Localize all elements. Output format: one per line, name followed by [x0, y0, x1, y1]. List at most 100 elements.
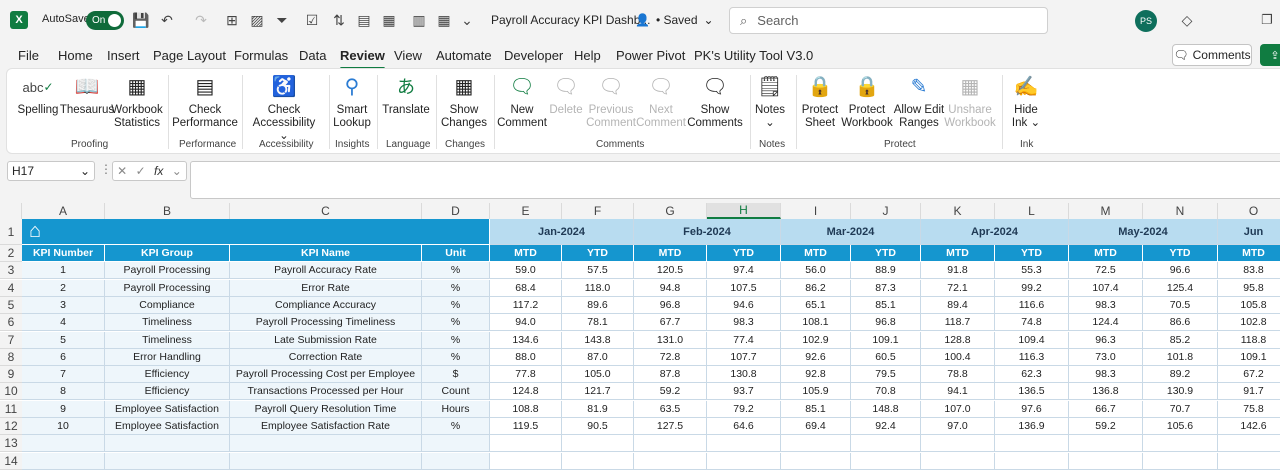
table-cell[interactable]: 72.5	[1069, 262, 1143, 279]
table-cell[interactable]: 68.4	[490, 280, 562, 297]
table-cell[interactable]: 117.2	[490, 297, 562, 314]
table-cell[interactable]: 105.6	[1143, 418, 1218, 435]
save-status[interactable]: 👤 • Saved ⌄	[635, 13, 714, 27]
table-cell[interactable]: 4	[22, 314, 105, 331]
table-cell[interactable]: 109.1	[851, 332, 921, 349]
empty-cell[interactable]	[422, 453, 490, 470]
table-cell[interactable]: 116.3	[995, 349, 1069, 366]
empty-cell[interactable]	[1143, 453, 1218, 470]
table-cell[interactable]: %	[422, 332, 490, 349]
customize-quick-access-icon[interactable]: ⌄	[458, 11, 476, 29]
next-comment-button[interactable]: 🗨 Next Comment	[636, 73, 686, 130]
row-header-4[interactable]: 4	[0, 280, 22, 297]
row-header-6[interactable]: 6	[0, 314, 22, 331]
table-cell[interactable]: Late Submission Rate	[230, 332, 422, 349]
table-cell[interactable]: 67.7	[634, 314, 707, 331]
column-header-i[interactable]: I	[781, 203, 851, 219]
table-cell[interactable]: 94.8	[634, 280, 707, 297]
row-header-13[interactable]: 13	[0, 435, 22, 452]
row-header-10[interactable]: 10	[0, 383, 22, 400]
redo-icon[interactable]: ↷	[192, 11, 210, 29]
table-cell[interactable]: 143.8	[562, 332, 634, 349]
tab-developer[interactable]: Developer	[504, 48, 563, 63]
empty-cell[interactable]	[230, 435, 422, 452]
thesaurus-button[interactable]: 📖 Thesaurus	[60, 73, 114, 117]
table-cell[interactable]: 101.8	[1143, 349, 1218, 366]
table-icon[interactable]: ▤	[355, 11, 373, 29]
table-cell[interactable]: 130.8	[707, 366, 781, 383]
table-cell[interactable]: Payroll Accuracy Rate	[230, 262, 422, 279]
table-cell[interactable]: Timeliness	[105, 332, 230, 349]
table-cell[interactable]: 127.5	[634, 418, 707, 435]
table-cell[interactable]: 92.4	[851, 418, 921, 435]
table-cell[interactable]: 105.0	[562, 366, 634, 383]
table-cell[interactable]: 85.2	[1143, 332, 1218, 349]
row-header-9[interactable]: 9	[0, 366, 22, 383]
tab-home[interactable]: Home	[58, 48, 93, 63]
row-header-7[interactable]: 7	[0, 332, 22, 349]
undo-icon[interactable]: ↶	[158, 11, 176, 29]
table-cell[interactable]: 89.4	[921, 297, 995, 314]
formula-input[interactable]	[190, 161, 1280, 199]
empty-cell[interactable]	[1069, 453, 1143, 470]
empty-cell[interactable]	[707, 435, 781, 452]
table-cell[interactable]: Transactions Processed per Hour	[230, 383, 422, 400]
table-cell[interactable]: 96.6	[1143, 262, 1218, 279]
empty-cell[interactable]	[921, 453, 995, 470]
table-cell[interactable]: 102.9	[781, 332, 851, 349]
table-cell[interactable]: 69.4	[781, 418, 851, 435]
table-cell[interactable]: 59.2	[1069, 418, 1143, 435]
tab-file[interactable]: File	[18, 48, 39, 63]
tab-help[interactable]: Help	[574, 48, 601, 63]
comments-button[interactable]: 🗨 Comments	[1172, 44, 1252, 66]
table-cell[interactable]: 130.9	[1143, 383, 1218, 400]
table-cell[interactable]: 66.7	[1069, 401, 1143, 418]
empty-cell[interactable]	[781, 453, 851, 470]
table-cell[interactable]: 10	[22, 418, 105, 435]
column-header-e[interactable]: E	[490, 203, 562, 219]
table-cell[interactable]: 92.8	[781, 366, 851, 383]
empty-cell[interactable]	[562, 453, 634, 470]
table-cell[interactable]: 98.3	[1069, 366, 1143, 383]
table-cell[interactable]: 89.6	[562, 297, 634, 314]
chart-icon[interactable]: ▨	[248, 11, 266, 29]
allow-edit-ranges-button[interactable]: ✎ Allow Edit Ranges	[891, 73, 947, 130]
table-cell[interactable]: 5	[22, 332, 105, 349]
table-cell[interactable]: 81.9	[562, 401, 634, 418]
table-cell[interactable]: 118.0	[562, 280, 634, 297]
empty-cell[interactable]	[1143, 435, 1218, 452]
column-header-b[interactable]: B	[105, 203, 230, 219]
tab-power-pivot[interactable]: Power Pivot	[616, 48, 685, 63]
filter-icon[interactable]: ⏷	[273, 11, 291, 29]
table-cell[interactable]: 109.1	[1218, 349, 1280, 366]
delete-comment-button[interactable]: 🗨 Delete	[547, 73, 585, 117]
table-cell[interactable]: 65.1	[781, 297, 851, 314]
table-cell[interactable]: 97.6	[995, 401, 1069, 418]
table-cell[interactable]: 77.8	[490, 366, 562, 383]
table-cell[interactable]: 109.4	[995, 332, 1069, 349]
column-header-g[interactable]: G	[634, 203, 707, 219]
row-header-2[interactable]: 2	[0, 245, 22, 262]
column-header-d[interactable]: D	[422, 203, 490, 219]
table-cell[interactable]: 102.8	[1218, 314, 1280, 331]
check-icon[interactable]: ☑	[303, 11, 321, 29]
enter-icon[interactable]: ✓	[136, 164, 146, 178]
cancel-icon[interactable]: ✕	[117, 164, 127, 178]
table-cell[interactable]: 142.6	[1218, 418, 1280, 435]
table-cell[interactable]: 128.8	[921, 332, 995, 349]
table-cell[interactable]: 70.5	[1143, 297, 1218, 314]
table-cell[interactable]: 148.8	[851, 401, 921, 418]
row-header-1[interactable]: 1	[0, 219, 22, 245]
table-cell[interactable]: 88.9	[851, 262, 921, 279]
table-cell[interactable]: 92.6	[781, 349, 851, 366]
table-cell[interactable]: Hours	[422, 401, 490, 418]
empty-cell[interactable]	[634, 453, 707, 470]
table-cell[interactable]: 6	[22, 349, 105, 366]
table-cell[interactable]: 107.0	[921, 401, 995, 418]
empty-cell[interactable]	[105, 453, 230, 470]
show-changes-button[interactable]: ▦ Show Changes	[440, 73, 488, 130]
table-cell[interactable]: 96.8	[634, 297, 707, 314]
smart-lookup-button[interactable]: ⚲ Smart Lookup	[333, 73, 371, 130]
table-cell[interactable]: 9	[22, 401, 105, 418]
table-cell[interactable]: Timeliness	[105, 314, 230, 331]
